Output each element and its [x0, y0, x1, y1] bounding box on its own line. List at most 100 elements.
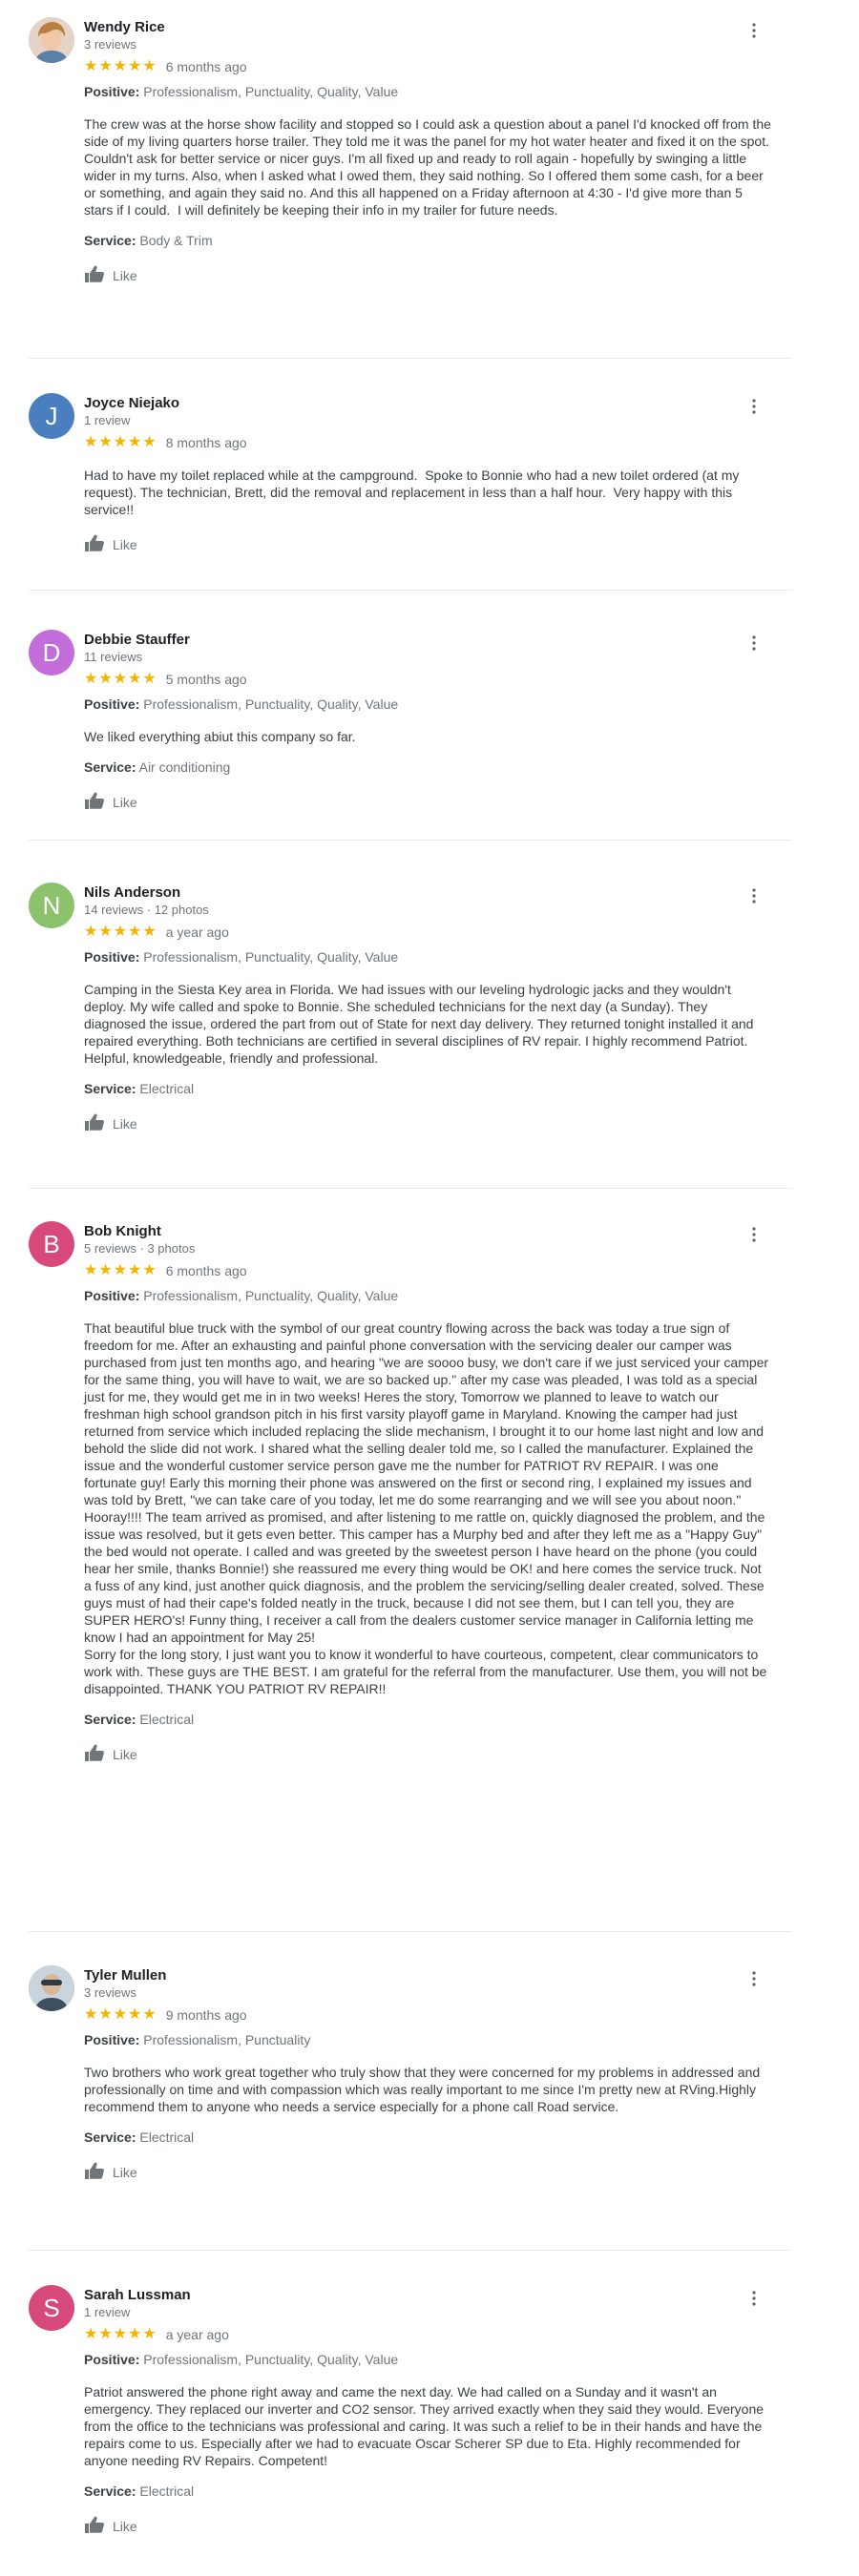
reviewer-name[interactable]: Sarah Lussman — [84, 2285, 771, 2304]
review-content: Joyce Niejako 1 review ★ ★ ★ ★ ★ 8 months ago Ha… — [84, 393, 771, 555]
like-button[interactable]: Like — [84, 2515, 160, 2537]
reviewer-name[interactable]: Tyler Mullen — [84, 1965, 771, 1984]
more-options-icon[interactable] — [743, 632, 765, 654]
avatar[interactable]: N — [29, 883, 74, 928]
review-text: Camping in the Siesta Key area in Florid… — [84, 982, 758, 1066]
star-icon: ★ — [142, 2006, 157, 2023]
star-icon: ★ — [84, 671, 98, 687]
star-icon: ★ — [142, 434, 157, 450]
thumbs-up-icon — [84, 791, 105, 813]
like-button[interactable]: Like — [84, 791, 160, 813]
star-rating: ★ ★ ★ ★ ★ — [84, 2007, 157, 2023]
reviewer-name[interactable]: Bob Knight — [84, 1221, 771, 1240]
star-icon: ★ — [98, 671, 113, 687]
star-icon: ★ — [84, 1262, 98, 1278]
reviewer-name[interactable]: Wendy Rice — [84, 17, 771, 36]
reviewer-name[interactable]: Debbie Stauffer — [84, 630, 771, 649]
divider — [29, 1188, 792, 1189]
like-label: Like — [113, 1115, 137, 1132]
service-info: Service: Electrical — [84, 1711, 771, 1728]
star-icon: ★ — [128, 671, 142, 687]
review-text: Two brothers who work great together who… — [84, 2065, 765, 2114]
like-button[interactable]: Like — [84, 1743, 160, 1765]
avatar[interactable]: S — [29, 2285, 74, 2331]
star-icon: ★ — [113, 2006, 128, 2023]
star-icon: ★ — [113, 924, 128, 940]
like-button[interactable]: Like — [84, 264, 160, 286]
review-content: Wendy Rice 3 reviews ★ ★ ★ ★ ★ 6 months ago Posi… — [84, 17, 771, 286]
profile-photo-icon — [29, 17, 74, 63]
service-value: Electrical — [139, 1081, 195, 1096]
thumbs-up-icon — [84, 264, 105, 286]
review-content: Nils Anderson 14 reviews · 12 photos ★ ★ ★ ★ ★… — [84, 883, 771, 1134]
star-rating: ★ ★ ★ ★ ★ — [84, 435, 157, 450]
rating-row: ★ ★ ★ ★ ★ 8 months ago — [84, 434, 771, 451]
review-text: That beautiful blue truck with the symbo… — [84, 1320, 769, 1696]
rating-row: ★ ★ ★ ★ ★ 6 months ago — [84, 58, 771, 75]
review-date: a year ago — [165, 2327, 229, 2342]
rating-row: ★ ★ ★ ★ ★ 6 months ago — [84, 1262, 771, 1279]
divider — [29, 840, 792, 841]
service-label: Service: — [84, 233, 136, 248]
star-icon: ★ — [113, 1262, 128, 1278]
like-button[interactable]: Like — [84, 1112, 160, 1134]
service-label: Service: — [84, 1712, 136, 1727]
more-options-icon[interactable] — [743, 2287, 765, 2310]
more-options-icon[interactable] — [743, 1967, 765, 1990]
avatar[interactable]: D — [29, 630, 74, 675]
review-date: 6 months ago — [165, 59, 247, 74]
like-label: Like — [113, 794, 137, 810]
divider — [29, 358, 792, 359]
review-text: We liked everything abiut this company s… — [84, 729, 356, 744]
star-icon: ★ — [128, 1262, 142, 1278]
review-content: Tyler Mullen 3 reviews ★ ★ ★ ★ ★ 9 months ago Po… — [84, 1965, 771, 2183]
rating-row: ★ ★ ★ ★ ★ 9 months ago — [84, 2006, 771, 2024]
star-icon: ★ — [98, 2006, 113, 2023]
positive-value: Professionalism, Punctuality, Quality, V… — [143, 2352, 399, 2367]
divider — [29, 590, 792, 591]
avatar[interactable]: B — [29, 1221, 74, 1267]
more-options-icon[interactable] — [743, 1223, 765, 1246]
avatar[interactable] — [29, 17, 74, 63]
star-icon: ★ — [128, 58, 142, 74]
reviewer-meta: 1 review — [84, 413, 131, 427]
star-icon: ★ — [98, 58, 113, 74]
positive-attributes: Positive: Professionalism, Punctuality — [84, 2031, 771, 2048]
reviewer-meta: 14 reviews · 12 photos — [84, 903, 209, 917]
like-label: Like — [113, 2164, 137, 2180]
reviewer-meta: 1 review — [84, 2305, 131, 2319]
service-value: Electrical — [139, 1712, 195, 1727]
star-icon: ★ — [84, 2326, 98, 2342]
reviewer-name[interactable]: Nils Anderson — [84, 883, 771, 902]
divider — [29, 1931, 792, 1932]
rating-row: ★ ★ ★ ★ ★ a year ago — [84, 2326, 771, 2343]
star-rating: ★ ★ ★ ★ ★ — [84, 672, 157, 687]
thumbs-up-icon — [84, 2161, 105, 2183]
star-icon: ★ — [113, 2326, 128, 2342]
service-label: Service: — [84, 759, 136, 775]
positive-label: Positive: — [84, 949, 140, 965]
reviewer-name[interactable]: Joyce Niejako — [84, 393, 771, 412]
like-label: Like — [113, 536, 137, 552]
service-info: Service: Air conditioning — [84, 758, 771, 776]
star-icon: ★ — [142, 924, 157, 940]
more-options-icon[interactable] — [743, 884, 765, 907]
review-content: Sarah Lussman 1 review ★ ★ ★ ★ ★ a year ago Posi… — [84, 2285, 771, 2537]
star-icon: ★ — [142, 1262, 157, 1278]
avatar[interactable] — [29, 1965, 74, 2011]
avatar[interactable]: J — [29, 393, 74, 439]
thumbs-up-icon — [84, 1112, 105, 1134]
like-label: Like — [113, 2518, 137, 2534]
star-icon: ★ — [98, 1262, 113, 1278]
like-button[interactable]: Like — [84, 2161, 160, 2183]
more-options-icon[interactable] — [743, 395, 765, 418]
more-options-icon[interactable] — [743, 19, 765, 42]
service-label: Service: — [84, 2129, 136, 2145]
like-button[interactable]: Like — [84, 533, 160, 555]
positive-value: Professionalism, Punctuality — [143, 2032, 311, 2047]
service-value: Electrical — [139, 2129, 195, 2145]
service-info: Service: Electrical — [84, 2129, 771, 2146]
review-date: 8 months ago — [165, 435, 247, 450]
reviewer-meta: 3 reviews — [84, 37, 136, 52]
positive-value: Professionalism, Punctuality, Quality, V… — [143, 696, 399, 712]
